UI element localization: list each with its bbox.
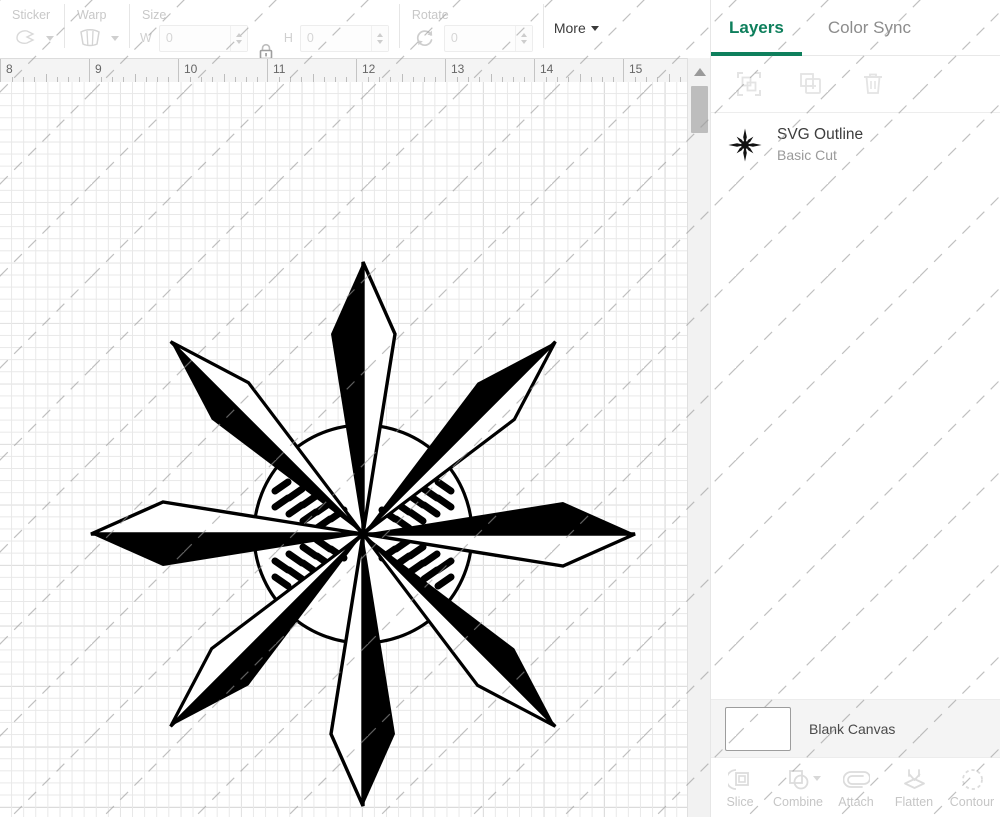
flatten-icon [902, 767, 927, 793]
combine-icon [786, 767, 811, 793]
warp-label: Warp [77, 8, 107, 22]
ruler-segment: 12 [356, 59, 445, 83]
height-stepper[interactable] [370, 25, 388, 51]
warp-icon[interactable] [75, 25, 105, 51]
tab-color-sync-label: Color Sync [827, 17, 911, 37]
toolbar-group-rotate: Rotate [400, 0, 543, 58]
toolbar-group-warp[interactable]: Warp [65, 0, 129, 58]
width-field[interactable] [158, 24, 248, 52]
ruler-segment: 14 [534, 59, 623, 83]
slice-icon [727, 767, 753, 793]
layer-row[interactable]: SVG Outline Basic Cut [711, 114, 1000, 176]
ruler-label: 13 [451, 62, 465, 76]
ruler-segment: 10 [178, 59, 267, 83]
ruler-label: 15 [629, 62, 643, 76]
ruler-label: 9 [95, 62, 102, 76]
panel-tabs: Layers Color Sync [711, 0, 1000, 56]
attach-label: Attach [838, 794, 874, 809]
rotate-stepper[interactable] [514, 25, 532, 51]
compass-star-icon [725, 125, 765, 165]
attach-button[interactable]: Attach [827, 758, 885, 817]
group-icon[interactable] [735, 70, 763, 98]
trash-icon[interactable] [859, 70, 887, 98]
more-label: More [553, 20, 586, 36]
rotate-icon[interactable] [410, 25, 440, 51]
ruler-label: 11 [273, 62, 286, 76]
ruler-segment: 11 [267, 59, 356, 83]
more-caret-icon[interactable] [590, 25, 599, 31]
contour-button[interactable]: Contour [943, 758, 1000, 817]
ruler-segment: 13 [445, 59, 534, 83]
ruler-label: 10 [184, 62, 198, 76]
top-toolbar: Sticker Warp Size W 0 H 0 Rotate 0 More [0, 0, 710, 60]
layer-subtitle: Basic Cut [777, 147, 837, 163]
width-input[interactable] [159, 25, 230, 51]
width-stepper[interactable] [229, 25, 247, 51]
combine-caret-icon[interactable] [813, 776, 821, 781]
design-canvas[interactable] [0, 82, 687, 817]
sticker-icon[interactable] [10, 25, 40, 51]
layer-title: SVG Outline [777, 126, 864, 143]
height-field[interactable] [299, 24, 389, 52]
canvas-artwork-nautical-star-baseball[interactable] [0, 82, 687, 817]
caret-up-icon[interactable] [693, 68, 706, 76]
tab-layers-label: Layers [729, 17, 784, 37]
sticker-caret-icon[interactable] [46, 35, 54, 41]
height-input[interactable] [300, 25, 371, 51]
ruler-label: 14 [540, 62, 554, 76]
tab-color-sync[interactable]: Color Sync [828, 0, 911, 56]
rotate-input[interactable] [444, 25, 515, 51]
slice-button[interactable]: Slice [711, 758, 769, 817]
bottom-tool-bar: Slice Combine Attach Flatten Contour [711, 757, 1000, 817]
flatten-button[interactable]: Flatten [885, 758, 943, 817]
toolbar-group-size: Size W H [130, 0, 399, 60]
add-layer-icon[interactable] [797, 70, 825, 98]
ruler-segment: 9 [89, 59, 178, 83]
scrollbar-thumb[interactable] [691, 86, 708, 133]
blank-canvas-row[interactable]: Blank Canvas [711, 699, 1000, 758]
horizontal-ruler: 8 9 10 11 12 13 14 15 [0, 58, 710, 84]
contour-icon [960, 767, 985, 793]
tab-layers[interactable]: Layers [711, 0, 802, 56]
blank-canvas-icon [725, 707, 791, 751]
contour-label: Contour [949, 794, 995, 809]
right-panel: Layers Color Sync SVG Outline Basic Cut … [710, 0, 1000, 817]
more-button[interactable]: More [554, 14, 599, 42]
toolbar-group-more[interactable]: More [544, 0, 609, 58]
ruler-label: 12 [362, 62, 376, 76]
ruler-segment: 8 [0, 59, 89, 83]
blank-canvas-label: Blank Canvas [809, 721, 896, 737]
combine-label: Combine [772, 794, 824, 809]
toolbar-group-sticker[interactable]: Sticker [0, 0, 64, 58]
aspect-lock-button[interactable] [253, 14, 279, 62]
combine-button[interactable]: Combine [769, 758, 827, 817]
layer-action-bar [711, 56, 1000, 113]
layer-text-block: SVG Outline Basic Cut [777, 126, 863, 164]
warp-caret-icon[interactable] [111, 35, 119, 41]
rotate-label: Rotate [411, 8, 449, 22]
attach-icon [842, 767, 870, 793]
height-label: H [283, 31, 293, 45]
sticker-label: Sticker [12, 8, 51, 22]
flatten-label: Flatten [894, 794, 934, 809]
slice-label: Slice [726, 794, 754, 809]
canvas-vertical-scrollbar[interactable] [687, 58, 711, 817]
layer-list: SVG Outline Basic Cut [711, 114, 1000, 699]
design-app-window: Sticker Warp Size W 0 H 0 Rotate 0 More … [0, 0, 1000, 817]
width-label: W [140, 31, 152, 45]
ruler-label: 8 [6, 62, 13, 76]
rotate-field[interactable] [443, 24, 533, 52]
